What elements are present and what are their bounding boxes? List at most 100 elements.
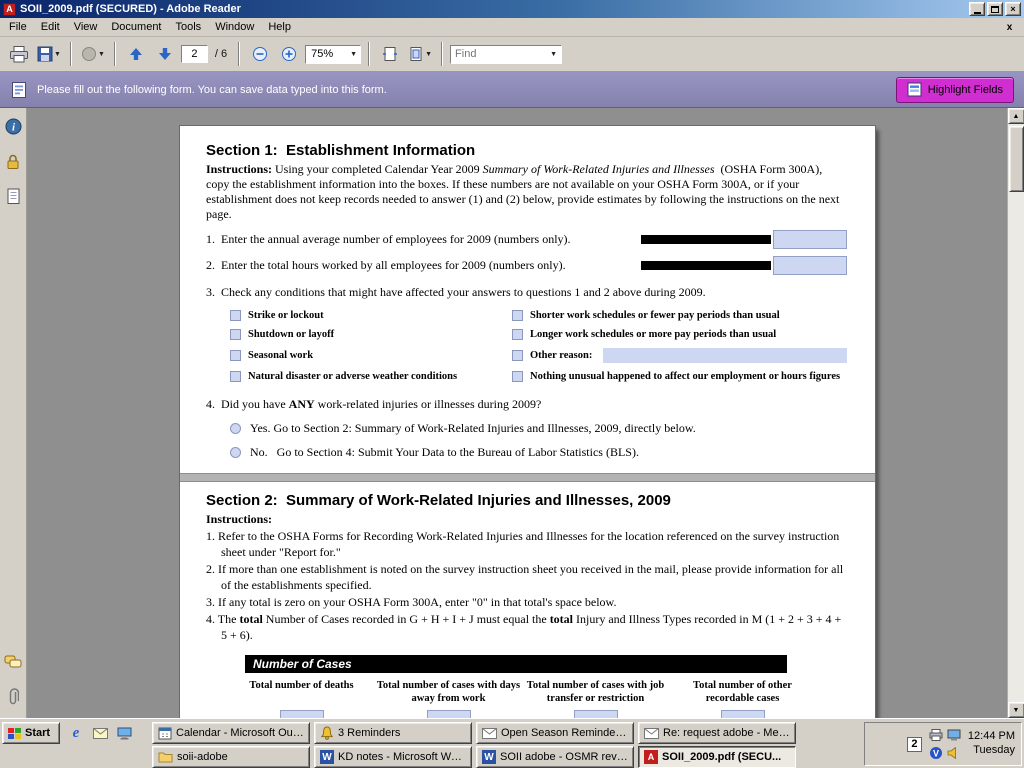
start-label: Start xyxy=(25,727,50,739)
quicklaunch-outlook-button[interactable] xyxy=(90,724,110,742)
how-to-info-icon[interactable]: i xyxy=(5,118,22,135)
printer-icon xyxy=(9,46,29,63)
column-header-days-away: Total number of cases with days away fro… xyxy=(375,673,522,705)
checkbox-shorter-schedules[interactable] xyxy=(512,310,523,321)
find-dropdown-arrow-icon[interactable]: ▼ xyxy=(550,51,557,58)
cases-column-headers: Total number of deaths Total number of c… xyxy=(228,673,816,705)
form-message-text: Please fill out the following form. You … xyxy=(37,84,387,96)
checkbox-shutdown-or-layoff[interactable] xyxy=(230,329,241,340)
zoom-in-button[interactable] xyxy=(276,41,302,67)
radio-no-label: No. Go to Section 4: Submit Your Data to… xyxy=(250,445,639,460)
redacted-value-bar xyxy=(641,235,771,244)
form-icon xyxy=(10,81,28,99)
print-button[interactable] xyxy=(6,41,32,67)
tray-printer-icon[interactable] xyxy=(928,727,944,743)
clock-day: Tuesday xyxy=(968,744,1015,758)
fit-page-button[interactable]: ▼ xyxy=(406,41,434,67)
menu-window[interactable]: Window xyxy=(208,19,261,35)
menu-help[interactable]: Help xyxy=(261,19,298,35)
vertical-scrollbar[interactable]: ▲ ▼ xyxy=(1007,108,1024,718)
checkbox-nothing-unusual[interactable] xyxy=(512,371,523,382)
page-number-input[interactable] xyxy=(181,45,208,63)
minimize-button[interactable] xyxy=(969,2,985,16)
other-reason-input[interactable] xyxy=(603,348,847,363)
scroll-down-button[interactable]: ▼ xyxy=(1008,702,1024,718)
taskbar-button-reminders[interactable]: 3 Reminders xyxy=(314,722,472,744)
taskbar-clock[interactable]: 12:44 PM Tuesday xyxy=(968,730,1015,758)
zoom-level-select[interactable]: 75% ▼ xyxy=(305,45,361,64)
find-input[interactable] xyxy=(451,47,550,62)
checkbox-label: Seasonal work xyxy=(248,350,313,361)
other-recordable-input[interactable] xyxy=(721,710,765,718)
checkbox-label: Longer work schedules or more pay period… xyxy=(530,329,776,340)
checkbox-natural-disaster[interactable] xyxy=(230,371,241,382)
menu-document[interactable]: Document xyxy=(104,19,168,35)
tray-badge[interactable]: 2 xyxy=(907,737,922,752)
scroll-thumb[interactable] xyxy=(1009,126,1024,192)
checkbox-row: Natural disaster or adverse weather cond… xyxy=(230,371,512,382)
total-deaths-input[interactable] xyxy=(280,710,324,718)
previous-page-button[interactable] xyxy=(123,41,149,67)
save-a-copy-button[interactable]: ▼ xyxy=(35,41,63,67)
checkbox-longer-schedules[interactable] xyxy=(512,329,523,340)
quicklaunch-ie-button[interactable]: e xyxy=(66,724,86,742)
collaborate-dropdown-arrow-icon[interactable]: ▼ xyxy=(98,51,105,58)
menu-bar: File Edit View Document Tools Window Hel… xyxy=(0,18,1024,37)
menu-file[interactable]: File xyxy=(2,19,34,35)
title-bar[interactable]: A SOII_2009.pdf (SECURED) - Adobe Reader… xyxy=(0,0,1024,18)
scroll-up-button[interactable]: ▲ xyxy=(1008,108,1024,124)
taskbar-button-label: soii-adobe xyxy=(177,751,304,763)
fit-dropdown-arrow-icon[interactable]: ▼ xyxy=(425,51,432,58)
next-page-button[interactable] xyxy=(152,41,178,67)
radio-no[interactable] xyxy=(230,447,241,458)
taskbar-button-outlook-calendar[interactable]: Calendar - Microsoft Outl... xyxy=(152,722,310,744)
fit-page-icon xyxy=(408,46,424,62)
taskbar-button-soii-2009-pdf[interactable]: ASOII_2009.pdf (SECU... xyxy=(638,746,796,768)
section2-instruction-1: 1. Refer to the OSHA Forms for Recording… xyxy=(206,529,847,560)
menu-tools[interactable]: Tools xyxy=(169,19,209,35)
menu-edit[interactable]: Edit xyxy=(34,19,67,35)
job-transfer-input[interactable] xyxy=(574,710,618,718)
attachments-paperclip-icon[interactable] xyxy=(7,688,19,706)
instructions-italic-title: Summary of Work-Related Injuries and Ill… xyxy=(483,162,715,176)
taskbar-button-re-request-adobe[interactable]: Re: request adobe - Mes... xyxy=(638,722,796,744)
comments-panel-icon[interactable] xyxy=(4,655,22,670)
taskbar-button-soii-adobe-osmr[interactable]: WSOII adobe - OSMR revi... xyxy=(476,746,634,768)
collaborate-button[interactable]: ▼ xyxy=(79,41,107,67)
taskbar-button-soii-adobe-folder[interactable]: soii-adobe xyxy=(152,746,310,768)
question-3-label: 3. Check any conditions that might have … xyxy=(206,285,847,300)
highlight-fields-label: Highlight Fields xyxy=(928,84,1003,96)
instruction-4-bold-b: total xyxy=(550,612,573,626)
menu-view[interactable]: View xyxy=(67,19,105,35)
radio-yes[interactable] xyxy=(230,423,241,434)
adobe-reader-icon: A xyxy=(3,3,16,16)
tray-antivirus-icon[interactable]: V xyxy=(928,745,944,761)
close-button[interactable]: × xyxy=(1005,2,1021,16)
total-hours-input[interactable] xyxy=(773,256,847,275)
document-close-button[interactable]: x xyxy=(1002,20,1017,34)
quicklaunch-show-desktop-button[interactable] xyxy=(114,724,134,742)
section2-instructions-label: Instructions: xyxy=(206,512,847,527)
checkbox-label: Shutdown or layoff xyxy=(248,329,334,340)
tray-display-icon[interactable] xyxy=(946,727,962,743)
fit-width-button[interactable] xyxy=(377,41,403,67)
days-away-input[interactable] xyxy=(427,710,471,718)
zoom-out-button[interactable] xyxy=(247,41,273,67)
pages-panel-icon[interactable] xyxy=(6,188,21,205)
save-dropdown-arrow-icon[interactable]: ▼ xyxy=(54,51,61,58)
checkbox-other-reason[interactable] xyxy=(512,350,523,361)
checkbox-strike-or-lockout[interactable] xyxy=(230,310,241,321)
checkbox-seasonal-work[interactable] xyxy=(230,350,241,361)
taskbar-button-kd-notes-word[interactable]: WKD notes - Microsoft Word xyxy=(314,746,472,768)
start-button[interactable]: Start xyxy=(2,722,60,744)
average-employees-input[interactable] xyxy=(773,230,847,249)
cases-input-row xyxy=(228,705,816,718)
security-lock-icon[interactable] xyxy=(5,153,21,170)
bell-icon xyxy=(320,726,334,740)
column-header-job-transfer: Total number of cases with job transfer … xyxy=(522,673,669,705)
taskbar-button-open-season-mail[interactable]: Open Season Reminders... xyxy=(476,722,634,744)
tray-volume-icon[interactable] xyxy=(946,745,962,761)
maximize-button[interactable] xyxy=(987,2,1003,16)
highlight-fields-button[interactable]: Highlight Fields xyxy=(896,77,1014,103)
instruction-4-text-a: 4. The xyxy=(206,612,239,626)
